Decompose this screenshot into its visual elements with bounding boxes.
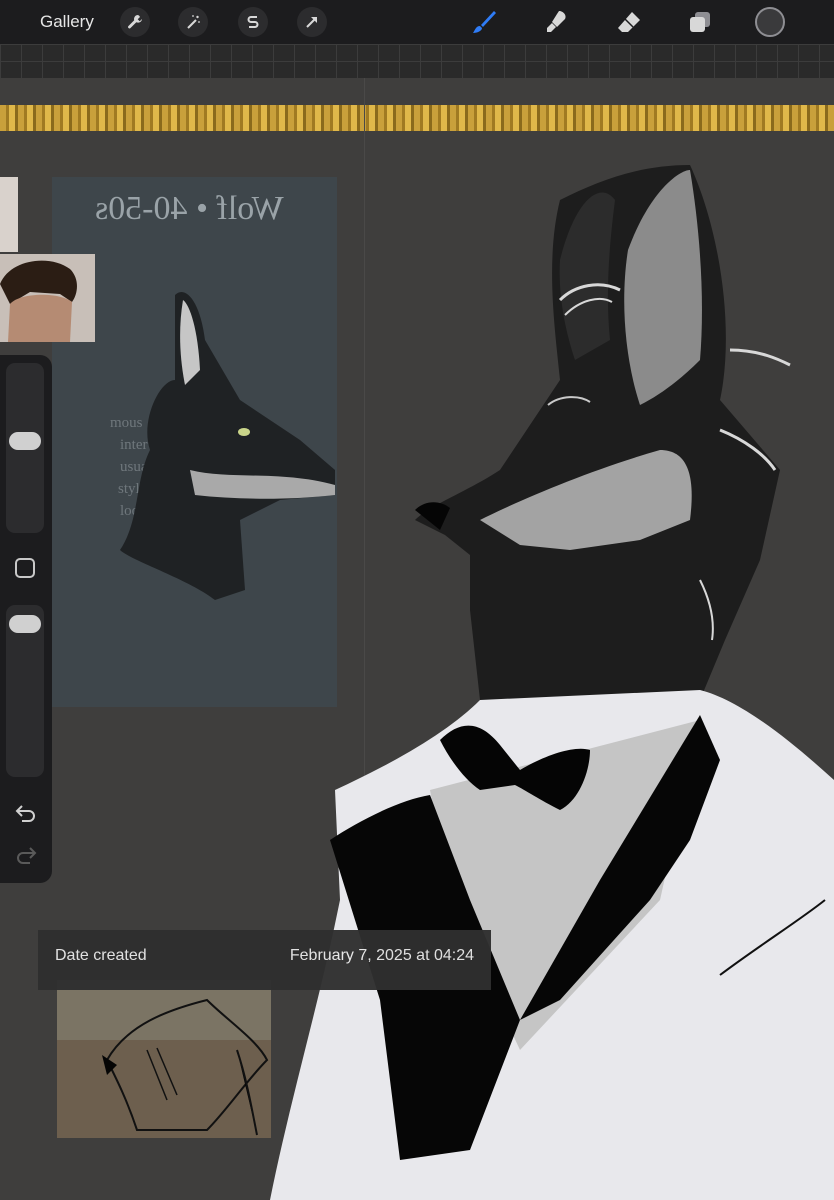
undo-icon[interactable] (14, 803, 38, 823)
date-created-label: Date created (55, 947, 147, 964)
left-sidebar (0, 355, 52, 883)
sketch-thumbnail (57, 980, 271, 1138)
redo-icon[interactable] (14, 845, 38, 865)
date-created-value: February 7, 2025 at 04:24 (289, 947, 474, 964)
date-created-bar: Date created February 7, 2025 at 04:24 (38, 930, 491, 990)
opacity-slider[interactable] (6, 605, 44, 777)
opacity-slider-thumb[interactable] (9, 615, 41, 634)
modify-button[interactable] (15, 558, 35, 578)
brush-size-slider-thumb[interactable] (9, 431, 41, 450)
brush-size-slider[interactable] (6, 363, 44, 533)
